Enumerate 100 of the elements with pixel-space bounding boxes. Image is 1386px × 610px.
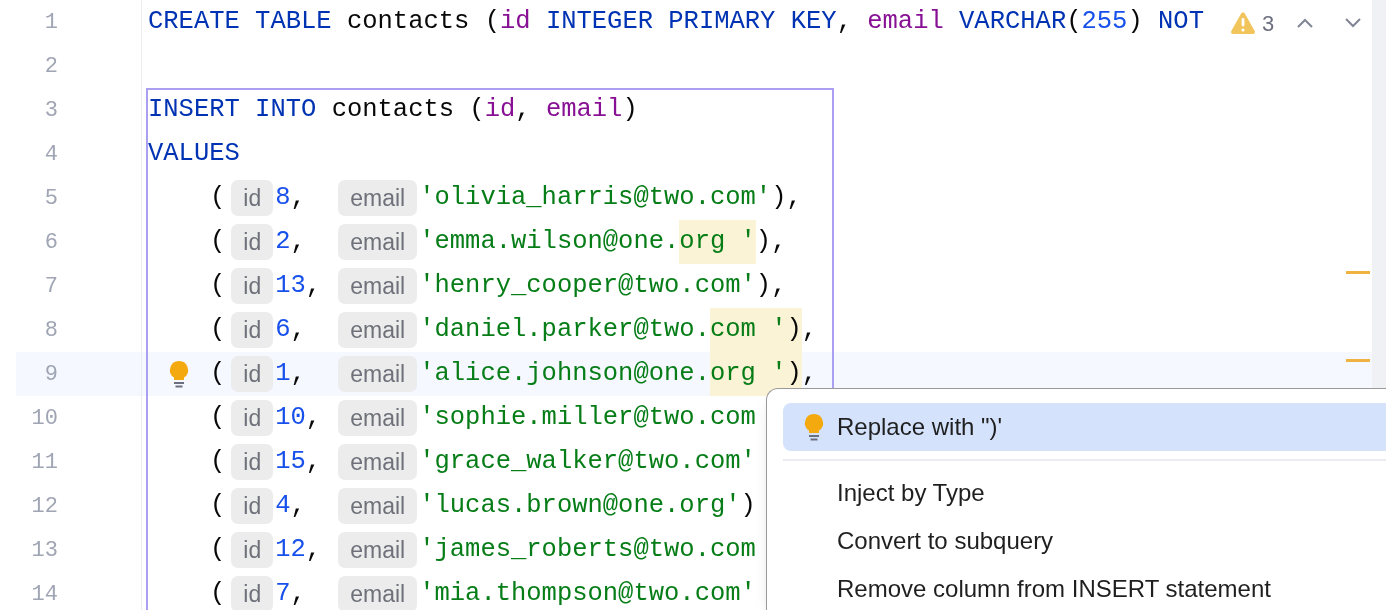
code-token: 10 bbox=[275, 403, 306, 433]
code-token: 8 bbox=[275, 183, 291, 213]
chevron-down-icon[interactable] bbox=[1344, 17, 1363, 29]
code-token: 255 bbox=[1081, 9, 1128, 35]
code-token: ( bbox=[210, 581, 226, 607]
code-token: 13 bbox=[275, 271, 306, 301]
code-token: 4 bbox=[275, 491, 291, 521]
inlay-hint: id bbox=[231, 312, 274, 348]
inlay-hint: id bbox=[231, 224, 274, 260]
code-token: email bbox=[545, 97, 623, 123]
line-number: 10 bbox=[30, 404, 58, 433]
inlay-hint: id bbox=[231, 268, 274, 304]
inlay-hint: id bbox=[231, 444, 274, 480]
code-token: ( bbox=[210, 229, 226, 255]
code-token: ), bbox=[755, 229, 787, 255]
code-token: , bbox=[290, 227, 306, 257]
code-token: ( bbox=[210, 449, 226, 475]
code-token: 'henry_cooper@two.com' bbox=[419, 273, 756, 299]
code-token: , bbox=[305, 447, 322, 477]
code-token: , bbox=[305, 271, 322, 301]
code-token: ( bbox=[210, 405, 226, 431]
line-number: 12 bbox=[30, 492, 58, 521]
code-token: ( bbox=[210, 493, 226, 519]
code-token: id bbox=[499, 9, 531, 35]
code-token: , bbox=[515, 97, 532, 123]
code-token: 2 bbox=[275, 227, 291, 257]
code-token: 12 bbox=[275, 535, 306, 565]
menu-item[interactable]: Replace with ")' bbox=[783, 403, 1386, 451]
error-marker[interactable] bbox=[1346, 359, 1370, 362]
code-token: 'olivia_harris@two.com' bbox=[419, 185, 772, 211]
line-number: 1 bbox=[43, 8, 58, 37]
code-token: , bbox=[305, 403, 322, 433]
inlay-hint: id bbox=[231, 576, 274, 610]
code-token: , bbox=[290, 579, 306, 609]
code-token: , bbox=[801, 317, 818, 343]
code-token: ( bbox=[210, 185, 226, 211]
inlay-hint: id bbox=[231, 180, 274, 216]
line-number: 4 bbox=[43, 140, 58, 169]
code-token: VARCHAR bbox=[958, 9, 1067, 35]
warning-highlight: org ') bbox=[709, 352, 802, 396]
code-token: ) bbox=[622, 97, 638, 123]
code-token: 'emma.wilson@one. bbox=[419, 229, 680, 255]
code-token: ) bbox=[1127, 9, 1144, 35]
code-token: , bbox=[290, 359, 306, 389]
code-token: ( bbox=[210, 273, 226, 299]
code-token: ) bbox=[740, 493, 756, 519]
inlay-hint: id bbox=[231, 356, 274, 392]
line-number: 3 bbox=[43, 96, 58, 125]
inlay-hint: id bbox=[231, 488, 274, 524]
code-token: 15 bbox=[275, 447, 306, 477]
error-marker[interactable] bbox=[1346, 271, 1370, 274]
code-token: 7 bbox=[275, 579, 291, 609]
inlay-hint: email bbox=[338, 180, 418, 216]
code-token: ( bbox=[210, 537, 226, 563]
code-token: CREATE TABLE bbox=[148, 9, 332, 35]
chevron-up-icon[interactable] bbox=[1296, 17, 1315, 29]
inlay-hint: email bbox=[338, 576, 418, 610]
code-token: id bbox=[484, 97, 516, 123]
code-token: 'daniel.parker@two. bbox=[419, 317, 710, 343]
line-number: 7 bbox=[43, 272, 58, 301]
inlay-hint: email bbox=[338, 268, 418, 304]
code-token: 'lucas.brown@one.org' bbox=[419, 493, 741, 519]
inlay-hint: email bbox=[338, 488, 418, 524]
inlay-hint: email bbox=[338, 312, 418, 348]
inlay-hint: email bbox=[338, 356, 418, 392]
code-token: contacts ( bbox=[330, 97, 485, 123]
inlay-hint: email bbox=[338, 224, 418, 260]
code-token: ( bbox=[210, 317, 226, 343]
inlay-hint: id bbox=[231, 532, 274, 568]
code-token: , bbox=[305, 535, 322, 565]
code-token: ( bbox=[1066, 9, 1082, 35]
line-number: 5 bbox=[43, 184, 58, 213]
code-token: , bbox=[290, 315, 306, 345]
code-token: INSERT INTO bbox=[148, 97, 317, 123]
code-token: , bbox=[290, 491, 306, 521]
line-number: 2 bbox=[43, 52, 58, 81]
code-token: contacts ( bbox=[345, 9, 500, 35]
inlay-hint: email bbox=[338, 400, 418, 436]
warning-highlight: org ' bbox=[679, 220, 756, 264]
code-token: ), bbox=[755, 273, 787, 299]
line-number: 9 bbox=[43, 360, 58, 389]
warning-highlight: com ') bbox=[709, 308, 802, 352]
code-token: 'alice.johnson@one. bbox=[419, 361, 710, 387]
code-token: ( bbox=[210, 361, 226, 387]
code-token: email bbox=[867, 9, 944, 35]
code-token: , bbox=[290, 183, 306, 213]
code-token: ), bbox=[771, 185, 802, 211]
code-token: INTEGER PRIMARY KEY bbox=[544, 9, 837, 35]
code-token: 1 bbox=[275, 359, 291, 389]
line-number: 11 bbox=[30, 448, 58, 477]
line-number: 8 bbox=[43, 316, 58, 345]
code-token: 'sophie.miller@two.com bbox=[419, 405, 756, 431]
inlay-hint: id bbox=[231, 400, 274, 436]
code-token: NOT bbox=[1158, 9, 1204, 35]
code-token: , bbox=[836, 9, 853, 35]
menu-item[interactable]: Remove column from INSERT statement bbox=[783, 565, 1386, 610]
lightbulb-icon[interactable] bbox=[803, 413, 825, 441]
lightbulb-icon[interactable] bbox=[168, 360, 190, 388]
code-token: 'mia.thompson@two.com' bbox=[419, 581, 756, 607]
code-token: 6 bbox=[275, 315, 291, 345]
